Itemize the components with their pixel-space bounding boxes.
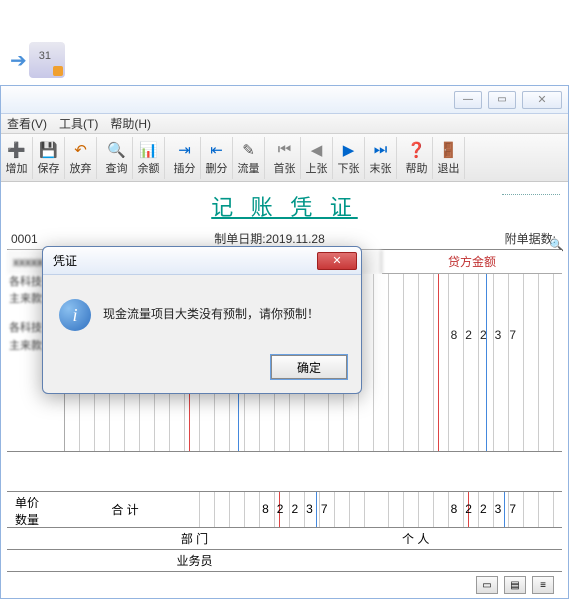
message-dialog: 凭证 ✕ i 现金流量项目大类没有预制，请你预制！ 确定 [42, 246, 362, 394]
maximize-button[interactable]: ▭ [488, 91, 516, 109]
save-button-label: 保存 [38, 160, 60, 176]
blank-row [7, 452, 562, 492]
owner-label: 业务员 [176, 554, 212, 568]
first-button-label: 首张 [274, 160, 296, 176]
ok-button[interactable]: 确定 [271, 355, 347, 379]
help-button[interactable]: ❓帮助 [401, 137, 433, 179]
save-icon: 💾 [39, 140, 58, 160]
tool-btn-3[interactable]: ≡ [532, 576, 554, 594]
menu-help[interactable]: 帮助(H) [104, 115, 157, 132]
sequence-number: 0001 [11, 232, 71, 246]
query-icon: 🔍 [107, 140, 126, 160]
attachment-label: 附单据数: [468, 230, 558, 247]
balance-icon: 📊 [139, 140, 158, 160]
quantity-label: 数量 [15, 511, 57, 528]
menubar: 查看(V) 工具(T) 帮助(H) [1, 114, 568, 134]
total-label: 合 计 [65, 501, 185, 518]
delete-button[interactable]: ⇤删分 [201, 137, 233, 179]
tool-btn-2[interactable]: ▤ [504, 576, 526, 594]
minimize-button[interactable]: — [454, 91, 482, 109]
last-button[interactable]: ⏭末张 [365, 137, 397, 179]
toolbar: ➕增加💾保存↶放弃🔍查询📊余额⇥插分⇤删分✎流量⏮首张◀上张▶下张⏭末张❓帮助🚪… [1, 134, 568, 182]
debit-total: 82237 [262, 502, 335, 516]
balance-button-label: 余额 [138, 160, 160, 176]
dotline [502, 194, 560, 195]
tool-btn-1[interactable]: ▭ [476, 576, 498, 594]
exit-button-label: 退出 [438, 160, 460, 176]
dialog-close-button[interactable]: ✕ [317, 252, 357, 270]
help-button-label: 帮助 [406, 160, 428, 176]
insert-button[interactable]: ⇥插分 [169, 137, 201, 179]
insert-button-label: 插分 [174, 160, 196, 176]
last-button-label: 末张 [370, 160, 392, 176]
exit-button[interactable]: 🚪退出 [433, 137, 465, 179]
calendar-icon [29, 42, 65, 78]
date-field: 制单日期:2019.11.28 [71, 230, 468, 247]
dialog-title: 凭证 [53, 252, 317, 269]
total-row: 单价 数量 合 计 82237 82237 [7, 492, 562, 528]
save-button[interactable]: 💾保存 [33, 137, 65, 179]
titlebar: — ▭ ✕ [1, 86, 568, 114]
delete-button-label: 删分 [206, 160, 228, 176]
balance-button[interactable]: 📊余额 [133, 137, 165, 179]
bottom-buttons: ▭ ▤ ≡ [7, 572, 562, 598]
help-icon: ❓ [407, 140, 426, 160]
next-button-label: 下张 [338, 160, 360, 176]
unit-price-label: 单价 [15, 494, 57, 511]
add-button[interactable]: ➕增加 [1, 137, 33, 179]
prev-icon: ◀ [311, 140, 323, 160]
query-button-label: 查询 [106, 160, 128, 176]
delete-icon: ⇤ [210, 140, 223, 160]
prev-button-label: 上张 [306, 160, 328, 176]
flow-button-label: 流量 [238, 160, 260, 176]
arrow-icon: ➔ [10, 48, 27, 73]
credit-total: 82237 [451, 502, 524, 516]
document-title: 记 账 凭 证 [7, 186, 562, 228]
add-icon: ➕ [7, 140, 26, 160]
flow-icon: ✎ [242, 140, 255, 160]
close-button[interactable]: ✕ [522, 91, 562, 109]
menu-view[interactable]: 查看(V) [1, 115, 53, 132]
insert-icon: ⇥ [178, 140, 191, 160]
desktop-shortcut[interactable]: ➔ [10, 42, 65, 78]
prev-button[interactable]: ◀上张 [301, 137, 333, 179]
menu-tools[interactable]: 工具(T) [53, 115, 104, 132]
info-icon: i [59, 299, 91, 331]
last-icon: ⏭ [374, 140, 388, 160]
dialog-titlebar: 凭证 ✕ [43, 247, 361, 275]
credit-value: 82237 [451, 328, 524, 342]
add-button-label: 增加 [6, 160, 28, 176]
person-label: 个 人 [382, 530, 562, 547]
first-button[interactable]: ⏮首张 [269, 137, 301, 179]
credit-header: 贷方金额 [382, 250, 562, 274]
first-icon: ⏮ [278, 140, 292, 160]
dept-label: 部 门 [181, 532, 208, 546]
next-button[interactable]: ▶下张 [333, 137, 365, 179]
query-button[interactable]: 🔍查询 [101, 137, 133, 179]
dialog-message: 现金流量项目大类没有预制，请你预制！ [103, 299, 319, 322]
discard-button[interactable]: ↶放弃 [65, 137, 97, 179]
exit-icon: 🚪 [439, 140, 458, 160]
next-icon: ▶ [343, 140, 355, 160]
discard-icon: ↶ [74, 140, 87, 160]
flow-button[interactable]: ✎流量 [233, 137, 265, 179]
discard-button-label: 放弃 [70, 160, 92, 176]
